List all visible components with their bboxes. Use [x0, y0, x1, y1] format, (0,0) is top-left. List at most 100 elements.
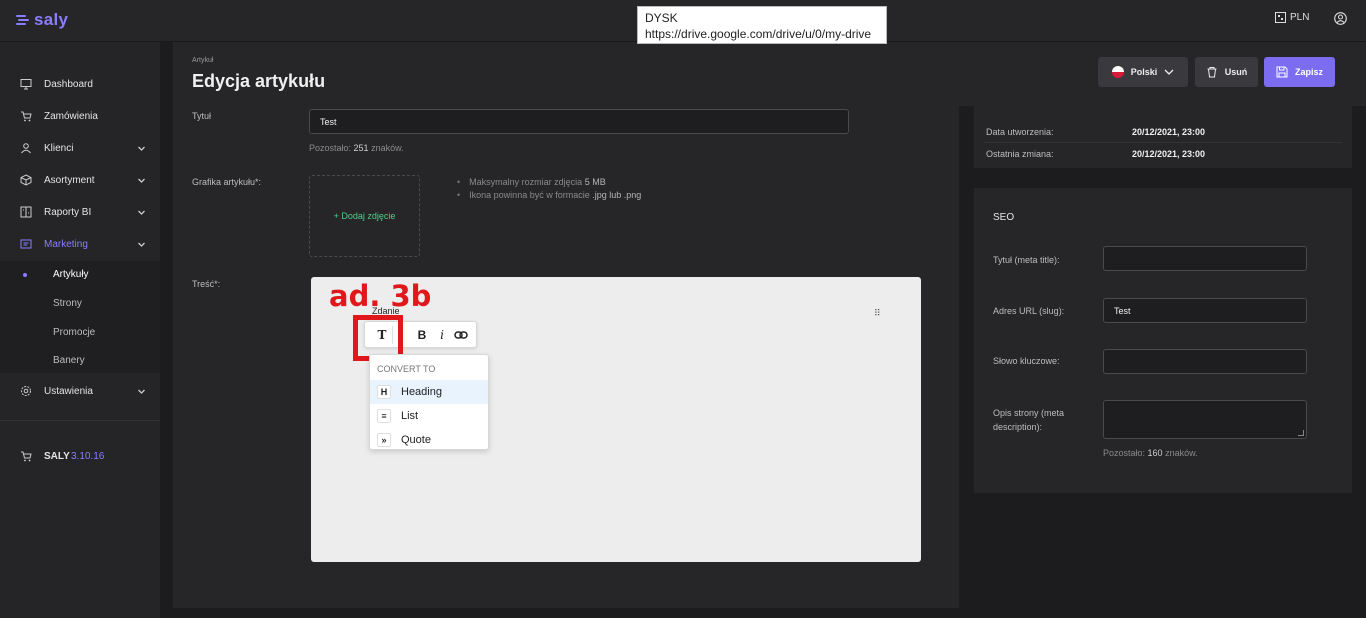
hint-prefix: Pozostało: — [1103, 448, 1146, 458]
app-name: SALY — [44, 450, 70, 462]
box-icon — [20, 174, 32, 186]
seo-panel: SEO Tytuł (meta title): Adres URL (slug)… — [974, 188, 1352, 493]
sidebar-item-label: Marketing — [44, 238, 88, 250]
convert-option-heading[interactable]: H Heading — [370, 380, 488, 404]
bold-button[interactable]: B — [415, 327, 429, 343]
list-icon: ≡ — [377, 409, 391, 423]
logo[interactable]: saly — [16, 10, 68, 30]
chevron-down-icon — [138, 178, 145, 183]
sidebar-item-assortment[interactable]: Asortyment — [0, 167, 160, 193]
convert-option-quote[interactable]: » Quote — [370, 428, 488, 452]
article-info-panel: Data utworzenia: 20/12/2021, 23:00 Ostat… — [974, 106, 1352, 168]
currency-label: PLN — [1290, 12, 1310, 23]
marketing-icon — [20, 239, 32, 249]
hint-format-value: .jpg lub .png — [592, 190, 642, 200]
person-icon — [21, 143, 31, 154]
title-input[interactable]: Test — [309, 109, 849, 134]
sidebar-item-reports[interactable]: Raporty BI — [0, 199, 160, 225]
resize-handle-icon[interactable] — [1298, 430, 1304, 436]
sidebar-item-dashboard[interactable]: Dashboard — [0, 71, 160, 97]
hint-suffix: znaków. — [371, 143, 404, 153]
info-divider — [984, 142, 1342, 143]
content-editor[interactable]: ad. 3b Zdanie ⠿ T B i CONVERT TO H Headi… — [311, 277, 921, 562]
sidebar-item-clients[interactable]: Klienci — [0, 135, 160, 161]
drag-handle-icon[interactable]: ⠿ — [874, 308, 881, 319]
sidebar: Dashboard Zamówienia Klienci Asortyment … — [0, 42, 160, 618]
user-account-icon[interactable] — [1334, 12, 1347, 25]
modified-label: Ostatnia zmiana: — [986, 149, 1054, 159]
sidebar-item-settings[interactable]: Ustawienia — [0, 378, 160, 404]
description-remaining-hint: Pozostało: 160 znaków. — [1103, 448, 1198, 458]
convert-option-list[interactable]: ≡ List — [370, 404, 488, 428]
hint-format-text: Ikona powinna być w formacie — [469, 190, 590, 200]
created-label: Data utworzenia: — [986, 127, 1054, 137]
image-field-label: Grafika artykułu*: — [192, 177, 262, 187]
page-title: Edycja artykułu — [192, 71, 326, 91]
language-dropdown[interactable]: Polski — [1098, 57, 1188, 87]
hint-size-text: Maksymalny rozmiar zdjęcia — [469, 177, 583, 187]
hint-size-value: 5 MB — [584, 177, 606, 187]
cart-icon — [21, 451, 32, 462]
submenu-item-pages[interactable]: Strony — [53, 298, 82, 309]
breadcrumb[interactable]: Artykuł — [192, 57, 213, 64]
content-field-label: Treść*: — [192, 279, 221, 289]
chevron-down-icon — [138, 242, 145, 247]
tooltip-url: https://drive.google.com/drive/u/0/my-dr… — [645, 27, 872, 41]
meta-description-label: Opis strony (meta description): — [993, 406, 1064, 434]
wallet-icon — [1275, 12, 1286, 23]
article-form: Tytuł Test Pozostało: 251 znaków. Grafik… — [173, 106, 959, 608]
meta-description-label-line1: Opis strony (meta — [993, 408, 1065, 418]
tooltip-title: DYSK — [645, 11, 678, 25]
convert-menu-title: CONVERT TO — [377, 364, 436, 374]
hint-count: 160 — [1147, 448, 1163, 458]
hint-prefix: Pozostało: — [309, 143, 352, 153]
sidebar-item-label: Raporty BI — [44, 206, 92, 218]
slug-label: Adres URL (slug): — [993, 306, 1065, 316]
submenu-item-articles[interactable]: Artykuły — [53, 269, 89, 280]
gear-icon — [21, 386, 31, 396]
link-icon[interactable] — [454, 327, 468, 343]
save-label: Zapisz — [1294, 67, 1323, 77]
image-requirements: Maksymalny rozmiar zdjęcia 5 MB Ikona po… — [457, 176, 641, 202]
created-value: 20/12/2021, 23:00 — [1132, 127, 1206, 137]
currency-switcher[interactable]: PLN — [1275, 12, 1309, 23]
sidebar-item-label: Dashboard — [44, 78, 93, 90]
meta-title-input[interactable] — [1103, 246, 1307, 271]
slug-input[interactable]: Test — [1103, 298, 1307, 323]
title-remaining-hint: Pozostało: 251 znaków. — [309, 143, 404, 153]
page-header: Artykuł Edycja artykułu Polski Usuń Zapi… — [173, 42, 1366, 106]
poland-flag-icon — [1111, 66, 1124, 78]
convert-option-label: Heading — [401, 386, 442, 398]
browser-tooltip: DYSK https://drive.google.com/drive/u/0/… — [637, 6, 887, 44]
sidebar-item-marketing[interactable]: Marketing — [0, 231, 160, 257]
title-field-label: Tytuł — [192, 111, 212, 121]
report-icon — [20, 206, 32, 218]
save-button[interactable]: Zapisz — [1264, 57, 1335, 87]
hint-count: 251 — [353, 143, 369, 153]
add-image-dropzone[interactable]: + Dodaj zdjęcie — [309, 175, 420, 257]
add-image-label: + Dodaj zdjęcie — [333, 211, 396, 221]
heading-icon: H — [377, 385, 391, 399]
keyword-label: Słowo kluczowe: — [993, 356, 1060, 366]
submenu-item-banners[interactable]: Banery — [53, 355, 85, 366]
sidebar-item-orders[interactable]: Zamówienia — [0, 103, 160, 129]
cart-icon — [21, 111, 32, 122]
sidebar-item-label: Klienci — [44, 142, 74, 154]
sidebar-item-label: Zamówienia — [44, 110, 98, 122]
logo-text: saly — [34, 10, 69, 29]
delete-button[interactable]: Usuń — [1195, 57, 1258, 87]
meta-description-textarea[interactable] — [1103, 400, 1307, 439]
image-format-hint: Ikona powinna być w formacie .jpg lub .p… — [457, 189, 641, 202]
sidebar-item-label: Ustawienia — [44, 385, 93, 397]
sidebar-version: SALY 3.10.16 — [0, 443, 160, 469]
chevron-down-icon — [138, 146, 145, 151]
language-label: Polski — [1130, 67, 1158, 77]
meta-description-label-line2: description): — [993, 422, 1043, 432]
convert-option-label: List — [401, 410, 419, 422]
delete-label: Usuń — [1224, 67, 1248, 77]
app-version: 3.10.16 — [71, 450, 105, 462]
keyword-input[interactable] — [1103, 349, 1307, 374]
submenu-item-promotions[interactable]: Promocje — [53, 327, 95, 338]
italic-button[interactable]: i — [436, 327, 448, 343]
convert-option-label: Quote — [401, 434, 431, 446]
